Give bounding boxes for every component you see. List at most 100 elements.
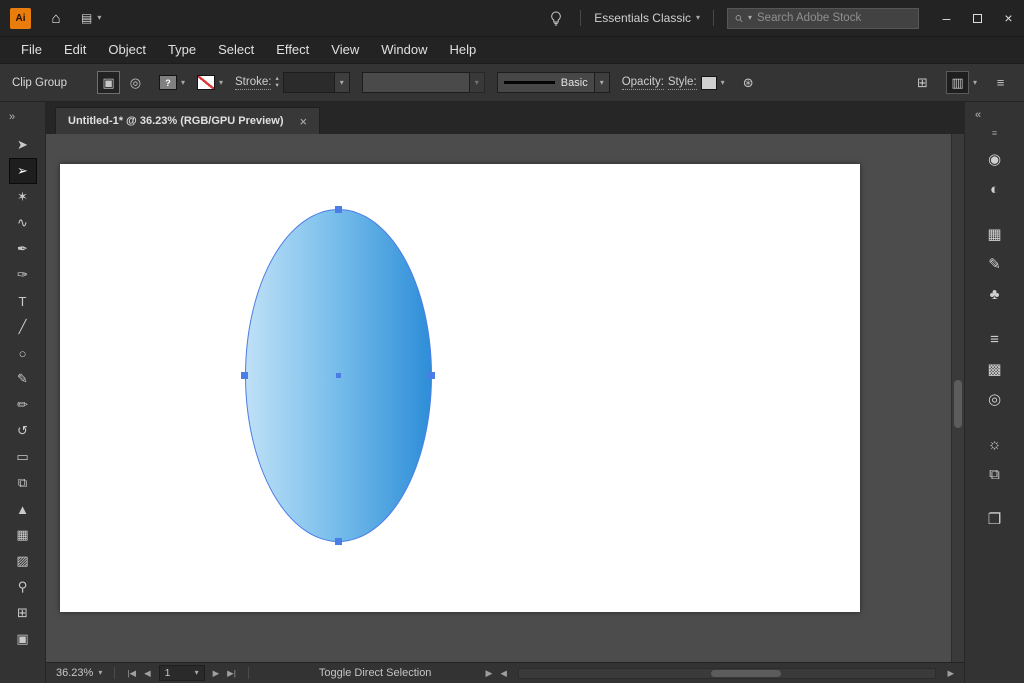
curvature-tool[interactable]: ✑ [9, 262, 37, 288]
horizontal-scrollbar[interactable] [518, 668, 937, 679]
chevron-down-icon[interactable]: ▾ [973, 79, 977, 87]
stroke-weight-select[interactable]: ▾ [283, 72, 350, 93]
menu-item-window[interactable]: Window [370, 37, 438, 63]
graphic-styles-panel-icon[interactable]: ⧉ [978, 459, 1012, 489]
opacity-panel-link[interactable]: Opacity: [622, 76, 664, 90]
width-profile-dropdown-button[interactable]: ▾ [470, 72, 485, 93]
stroke-weight-dropdown-button[interactable]: ▾ [335, 72, 350, 93]
menu-item-select[interactable]: Select [207, 37, 265, 63]
lasso-tool[interactable]: ∿ [9, 210, 37, 236]
expand-panels-button[interactable]: « [965, 102, 980, 128]
discover-lightbulb-icon[interactable] [545, 7, 567, 29]
artboard[interactable] [60, 164, 860, 612]
brush-dropdown-button[interactable]: ▾ [595, 72, 610, 93]
next-artboard-button[interactable]: ▶ [213, 668, 220, 679]
artboard-navigation-input[interactable]: 1 ▾ [159, 665, 205, 681]
anchor-point-bottom[interactable] [335, 538, 342, 545]
zoom-level-select[interactable]: 36.23% ▾ [56, 667, 102, 679]
graphic-style-link[interactable]: Style: [668, 76, 697, 90]
brush-definition-select[interactable]: Basic ▾ [497, 72, 610, 93]
maximize-button[interactable] [962, 0, 993, 36]
adobe-stock-search[interactable]: ▾ [727, 8, 919, 29]
close-button[interactable]: × [993, 0, 1024, 36]
shape-builder-tool[interactable]: ⧉ [9, 470, 37, 496]
mesh-tool[interactable]: ▦ [9, 522, 37, 548]
stroke-panel-link[interactable]: Stroke: [235, 76, 271, 90]
anchor-point-left[interactable] [241, 372, 248, 379]
stroke-weight-value[interactable] [283, 72, 335, 93]
stroke-weight-stepper[interactable]: ▴ ▾ [275, 76, 278, 90]
graphic-style-swatch[interactable] [701, 76, 717, 90]
stroke-color-swatch[interactable] [197, 75, 215, 90]
tab-close-icon[interactable]: × [300, 114, 308, 129]
fill-stroke-indicator[interactable]: ▣ [9, 626, 37, 652]
color-panel-icon[interactable]: ◉ [978, 144, 1012, 174]
brushes-panel-icon[interactable]: ✎ [978, 249, 1012, 279]
rotate-tool[interactable]: ↺ [9, 418, 37, 444]
toolbar-expand-button[interactable]: » [0, 102, 45, 132]
eyedropper-tool[interactable]: ⚲ [9, 574, 37, 600]
pen-tool[interactable]: ✒ [9, 236, 37, 262]
previous-artboard-button[interactable]: ◀ [144, 668, 151, 679]
horizontal-scrollbar-thumb[interactable] [711, 670, 781, 677]
search-input[interactable] [757, 12, 911, 24]
gradient-panel-icon[interactable]: ▩ [978, 354, 1012, 384]
selection-tool[interactable]: ➤ [9, 132, 37, 158]
transparency-panel-icon[interactable]: ◎ [978, 384, 1012, 414]
dock-options-button[interactable]: ▥ [946, 71, 969, 94]
recolor-artwork-icon[interactable]: ⊛ [737, 71, 760, 94]
chevron-down-icon[interactable]: ▾ [219, 79, 223, 87]
menu-item-view[interactable]: View [320, 37, 370, 63]
edit-contents-button[interactable]: ◎ [124, 71, 147, 94]
menu-item-file[interactable]: File [10, 37, 53, 63]
status-menu-arrow[interactable]: ▶ [485, 668, 492, 679]
stepper-down-icon[interactable]: ▾ [275, 83, 278, 90]
stroke-panel-icon[interactable]: ≡ [978, 324, 1012, 354]
control-panel-menu-icon[interactable]: ≡ [989, 71, 1012, 94]
direct-selection-tool[interactable]: ➢ [9, 158, 37, 184]
chevron-down-icon[interactable]: ▾ [181, 79, 185, 87]
color-guide-panel-icon[interactable]: ◐ [978, 174, 1012, 204]
swatches-panel-icon[interactable]: ▦ [978, 219, 1012, 249]
variable-width-profile-select[interactable]: ▾ [362, 72, 485, 93]
perspective-grid-tool[interactable]: ▲ [9, 496, 37, 522]
layers-panel-icon[interactable]: ❐ [978, 504, 1012, 534]
free-transform-tool[interactable]: ▭ [9, 444, 37, 470]
vertical-scrollbar[interactable] [951, 134, 964, 662]
line-segment-tool[interactable]: ╱ [9, 314, 37, 340]
document-tab[interactable]: Untitled-1* @ 36.23% (RGB/GPU Preview) × [55, 107, 320, 134]
vertical-scrollbar-thumb[interactable] [954, 380, 962, 428]
home-icon[interactable]: ⌂ [45, 7, 67, 29]
chevron-down-icon[interactable]: ▾ [721, 79, 725, 87]
pencil-tool[interactable]: ✏ [9, 392, 37, 418]
anchor-point-top[interactable] [335, 206, 342, 213]
menu-item-type[interactable]: Type [157, 37, 207, 63]
fill-color-swatch[interactable]: ? [159, 75, 177, 90]
menu-item-help[interactable]: Help [438, 37, 487, 63]
anchor-point-right[interactable] [428, 372, 435, 379]
minimize-button[interactable]: – [931, 0, 962, 36]
align-options-icon[interactable]: ⊞ [911, 71, 934, 94]
dock-menu-icon[interactable]: ≡ [992, 128, 997, 144]
ellipse-tool[interactable]: ○ [9, 340, 37, 366]
edit-clipping-path-button[interactable]: ▣ [97, 71, 120, 94]
scroll-right-button[interactable]: ▶ [947, 668, 954, 679]
center-point[interactable] [336, 373, 341, 378]
first-artboard-button[interactable]: |◀ [127, 668, 136, 679]
appearance-panel-icon[interactable]: ☼ [978, 429, 1012, 459]
type-tool[interactable]: T [9, 288, 37, 314]
arrange-documents-button[interactable]: ▤ ▾ [81, 11, 101, 25]
workspace-switcher[interactable]: Essentials Classic ▾ [594, 11, 700, 25]
scroll-left-button[interactable]: ◀ [500, 668, 507, 679]
canvas-pasteboard[interactable] [46, 134, 951, 662]
paintbrush-tool[interactable]: ✎ [9, 366, 37, 392]
menu-item-edit[interactable]: Edit [53, 37, 97, 63]
symbols-panel-icon[interactable]: ♣ [978, 279, 1012, 309]
last-artboard-button[interactable]: ▶| [227, 668, 236, 679]
magic-wand-tool[interactable]: ✶ [9, 184, 37, 210]
app-logo[interactable]: Ai [10, 8, 31, 29]
menu-item-object[interactable]: Object [97, 37, 157, 63]
menu-item-effect[interactable]: Effect [265, 37, 320, 63]
artboard-tool[interactable]: ⊞ [9, 600, 37, 626]
gradient-tool[interactable]: ▨ [9, 548, 37, 574]
